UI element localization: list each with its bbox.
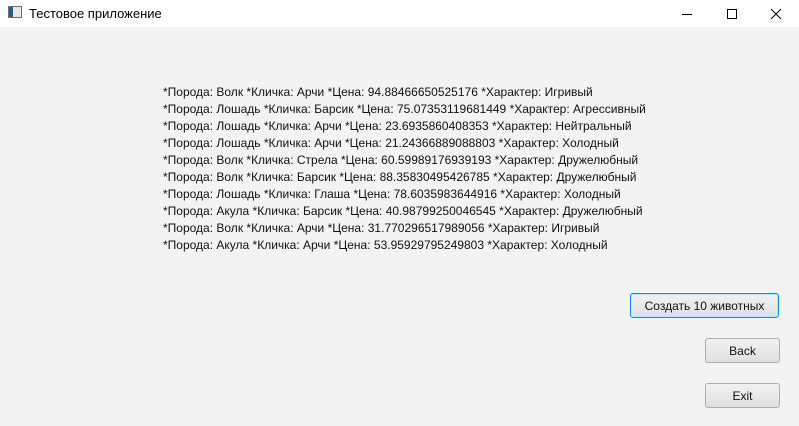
create-animals-button[interactable]: Создать 10 животных: [630, 293, 779, 318]
window-title: Тестовое приложение: [29, 6, 162, 21]
list-item: *Порода: Волк *Кличка: Барсик *Цена: 88.…: [163, 170, 637, 184]
close-icon: [770, 8, 782, 19]
exit-button[interactable]: Exit: [705, 383, 780, 408]
animal-list: *Порода: Волк *Кличка: Арчи *Цена: 94.88…: [163, 84, 646, 254]
list-item: *Порода: Волк *Кличка: Арчи *Цена: 31.77…: [163, 221, 600, 235]
list-item: *Порода: Волк *Кличка: Арчи *Цена: 94.88…: [163, 85, 593, 99]
back-button[interactable]: Back: [705, 338, 780, 363]
list-item: *Порода: Волк *Кличка: Стрела *Цена: 60.…: [163, 153, 639, 167]
list-item: *Порода: Акула *Кличка: Барсик *Цена: 40…: [163, 204, 643, 218]
list-item: *Порода: Лошадь *Кличка: Арчи *Цена: 23.…: [163, 119, 632, 133]
minimize-button[interactable]: [664, 0, 710, 27]
maximize-button[interactable]: [709, 0, 755, 27]
close-button[interactable]: [753, 0, 799, 27]
list-item: *Порода: Акула *Кличка: Арчи *Цена: 53.9…: [163, 238, 608, 252]
title-bar[interactable]: Тестовое приложение: [0, 0, 799, 27]
list-item: *Порода: Лошадь *Кличка: Глаша *Цена: 78…: [163, 187, 621, 201]
minimize-icon: [682, 13, 692, 15]
list-item: *Порода: Лошадь *Кличка: Барсик *Цена: 7…: [163, 102, 646, 116]
maximize-icon: [727, 8, 737, 19]
list-item: *Порода: Лошадь *Кличка: Арчи *Цена: 21.…: [163, 136, 619, 150]
app-window-icon: [8, 6, 22, 18]
